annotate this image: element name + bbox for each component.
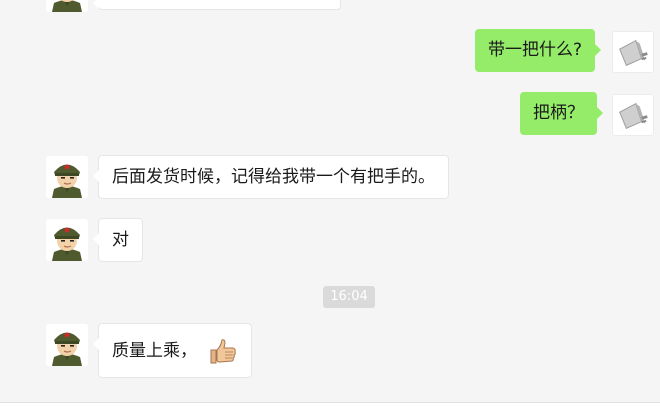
message-text: 质量上乘， [112,341,197,361]
soldier-avatar-icon [46,0,88,12]
thumbs-up-icon [208,336,238,366]
message-bubble-outgoing[interactable]: 把柄？ [520,92,603,135]
message-bubble-incoming[interactable]: 质量上乘， [92,323,253,378]
input-area-divider [0,402,660,408]
message-bubble-outgoing[interactable]: 带一把什么? [475,29,602,72]
message-text: 带一把什么? [488,40,583,60]
message-text: 后面发货时候，记得给我带一个有把手的。 [112,167,435,187]
plug-device-avatar-icon [613,32,653,72]
contact-avatar[interactable] [46,324,88,366]
self-avatar[interactable] [612,31,654,73]
plug-device-avatar-icon [613,95,653,135]
contact-avatar[interactable] [46,0,88,12]
soldier-avatar-icon [46,156,88,198]
contact-avatar[interactable] [46,219,88,261]
message-text: 把柄？ [533,103,584,123]
message-bubble-partial[interactable] [93,0,341,10]
self-avatar[interactable] [612,94,654,136]
chat-window: 带一把什么? 把柄？ 后面发货时候，记得给我带一个有把手的。 对 16:04 质… [0,0,660,408]
soldier-avatar-icon [46,324,88,366]
timestamp: 16:04 [323,286,375,308]
message-bubble-incoming[interactable]: 后面发货时候，记得给我带一个有把手的。 [93,155,449,199]
contact-avatar[interactable] [46,156,88,198]
soldier-avatar-icon [46,219,88,261]
message-bubble-incoming[interactable]: 对 [93,218,143,262]
message-text: 对 [112,230,129,250]
